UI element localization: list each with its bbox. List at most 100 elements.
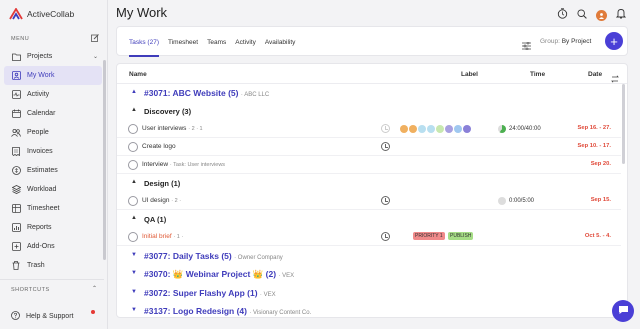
- bell-icon[interactable]: [615, 6, 627, 24]
- sidebar-item-people[interactable]: People: [4, 123, 102, 142]
- task-name[interactable]: User interviews · 2 · 1: [142, 125, 203, 132]
- group-by-prefix: Group:: [540, 38, 560, 45]
- task-date: Sep 16. - 27.: [577, 125, 611, 131]
- group-by-dropdown[interactable]: Group: By Project: [540, 38, 591, 45]
- tab-activity[interactable]: Activity: [235, 27, 256, 57]
- clock-icon[interactable]: [381, 142, 390, 151]
- chevron-down-icon[interactable]: ⌄: [93, 53, 98, 60]
- people-icon: [11, 128, 21, 138]
- project-row[interactable]: ▼ #3070: 👑 Webinar Project 👑 (2) · VEX: [117, 265, 621, 283]
- tab-tasks[interactable]: Tasks (27): [129, 27, 159, 57]
- table-scrollbar[interactable]: [622, 84, 625, 164]
- chat-button[interactable]: [612, 300, 634, 322]
- sidebar-item-projects[interactable]: Projects ⌄: [4, 47, 102, 66]
- project-title[interactable]: #3071: ABC Website (5) · ABC LLC: [144, 88, 269, 98]
- project-client: ABC LLC: [244, 92, 270, 98]
- task-checkbox[interactable]: [128, 124, 138, 134]
- filter-icon[interactable]: [522, 37, 531, 55]
- progress-pie-icon: [498, 125, 506, 133]
- sidebar-item-add-ons[interactable]: Add-Ons: [4, 237, 102, 256]
- project-title[interactable]: #3070: 👑 Webinar Project 👑 (2) · VEX: [144, 269, 294, 280]
- project-title[interactable]: #3137: Logo Redesign (4) · Visionary Con…: [144, 306, 311, 316]
- column-header-label[interactable]: Label: [461, 71, 478, 78]
- sidebar-item-calendar[interactable]: Calendar: [4, 104, 102, 123]
- task-group-title: QA (1): [144, 215, 167, 224]
- app-logo[interactable]: ActiveCollab: [9, 7, 74, 21]
- task-group-row[interactable]: ▲ Discovery (3): [117, 102, 621, 120]
- clock-icon[interactable]: [381, 196, 390, 205]
- timer-icon[interactable]: [557, 6, 568, 24]
- edit-menu-icon[interactable]: [91, 34, 99, 42]
- task-name[interactable]: Create logo: [142, 143, 176, 150]
- chevron-down-icon[interactable]: ▼: [131, 270, 137, 276]
- task-name[interactable]: Interview · Task: User interviews: [142, 161, 225, 168]
- project-row[interactable]: ▼ #3072: Super Flashy App (1) · VEX: [117, 284, 621, 302]
- chevron-up-icon[interactable]: ⌃: [92, 285, 97, 292]
- stack-icon: [11, 185, 21, 195]
- sidebar-item-estimates[interactable]: Estimates: [4, 161, 102, 180]
- task-checkbox[interactable]: [128, 142, 138, 152]
- task-date: Sep 20.: [590, 161, 611, 167]
- task-name[interactable]: Initial brief · 1 ·: [142, 233, 183, 240]
- table-row[interactable]: User interviews · 2 · 1 24:00/40:00 Sep …: [117, 120, 621, 138]
- task-group-row[interactable]: ▲ QA (1): [117, 210, 621, 228]
- chevron-down-icon[interactable]: ▼: [131, 289, 137, 295]
- project-row[interactable]: ▲ #3071: ABC Website (5) · ABC LLC: [117, 84, 621, 102]
- sidebar-item-my-work[interactable]: My Work: [4, 66, 102, 85]
- project-title[interactable]: #3077: Daily Tasks (5) · Owner Company: [144, 251, 283, 261]
- table-row[interactable]: Create logo Sep 10. - 17.: [117, 138, 621, 156]
- sidebar-item-timesheet[interactable]: Timesheet: [4, 199, 102, 218]
- help-support-link[interactable]: Help & Support: [11, 307, 73, 325]
- sidebar-item-reports[interactable]: Reports: [4, 218, 102, 237]
- label-badge-publish[interactable]: PUBLISH: [448, 232, 474, 240]
- table-row[interactable]: UI design · 2 · 0:00/5:00 Sep 15.: [117, 192, 621, 210]
- sidebar-item-trash[interactable]: Trash: [4, 256, 102, 275]
- task-name[interactable]: UI design · 2 ·: [142, 197, 181, 204]
- sidebar-item-label: Add-Ons: [27, 243, 55, 250]
- timesheet-icon: [11, 204, 21, 214]
- chevron-up-icon[interactable]: ▲: [131, 215, 137, 221]
- chevron-up-icon[interactable]: ▲: [131, 89, 137, 95]
- project-row[interactable]: ▼ #3077: Daily Tasks (5) · Owner Company: [117, 247, 621, 265]
- sidebar-item-label: Projects: [27, 53, 53, 60]
- task-group-row[interactable]: ▲ Design (1): [117, 174, 621, 192]
- sidebar-nav: Projects ⌄ My Work Activity Calendar Peo…: [4, 47, 102, 275]
- clock-icon[interactable]: [381, 232, 390, 241]
- sidebar-item-workload[interactable]: Workload: [4, 180, 102, 199]
- task-checkbox[interactable]: [128, 232, 138, 242]
- avatar: [400, 125, 408, 133]
- chevron-down-icon[interactable]: ▼: [131, 307, 137, 313]
- task-checkbox[interactable]: [128, 160, 138, 170]
- project-client: Owner Company: [237, 255, 283, 261]
- project-row[interactable]: ▼ #3137: Logo Redesign (4) · Visionary C…: [117, 302, 621, 317]
- column-header-name[interactable]: Name: [129, 71, 147, 78]
- task-date: Sep 15.: [590, 197, 611, 203]
- tab-teams[interactable]: Teams: [207, 27, 226, 57]
- sidebar-scrollbar[interactable]: [103, 60, 106, 260]
- tab-timesheet[interactable]: Timesheet: [168, 27, 198, 57]
- time-tracked[interactable]: 0:00/5:00: [498, 197, 534, 205]
- search-icon[interactable]: [577, 6, 587, 24]
- column-header-date[interactable]: Date: [588, 71, 602, 78]
- sidebar-item-activity[interactable]: Activity: [4, 85, 102, 104]
- chevron-up-icon[interactable]: ▲: [131, 179, 137, 185]
- progress-pie-icon: [498, 197, 506, 205]
- add-task-button[interactable]: +: [605, 32, 623, 50]
- chevron-up-icon[interactable]: ▲: [131, 107, 137, 113]
- task-meta: · 1 ·: [173, 234, 184, 240]
- avatar[interactable]: [596, 9, 607, 21]
- table-row[interactable]: Initial brief · 1 · PRIORITY 1 PUBLISH O…: [117, 228, 621, 246]
- sidebar-item-invoices[interactable]: Invoices: [4, 142, 102, 161]
- avatar: [454, 125, 462, 133]
- clock-icon[interactable]: [381, 124, 390, 133]
- time-tracked[interactable]: 24:00/40:00: [498, 125, 541, 133]
- tab-availability[interactable]: Availability: [265, 27, 296, 57]
- project-title[interactable]: #3072: Super Flashy App (1) · VEX: [144, 288, 276, 298]
- column-header-time[interactable]: Time: [530, 71, 545, 78]
- task-checkbox[interactable]: [128, 196, 138, 206]
- notification-dot: [91, 310, 95, 314]
- chevron-down-icon[interactable]: ▼: [131, 252, 137, 258]
- table-row[interactable]: Interview · Task: User interviews Sep 20…: [117, 156, 621, 174]
- label-badge-priority[interactable]: PRIORITY 1: [413, 232, 445, 240]
- sidebar-item-label: Trash: [27, 262, 45, 269]
